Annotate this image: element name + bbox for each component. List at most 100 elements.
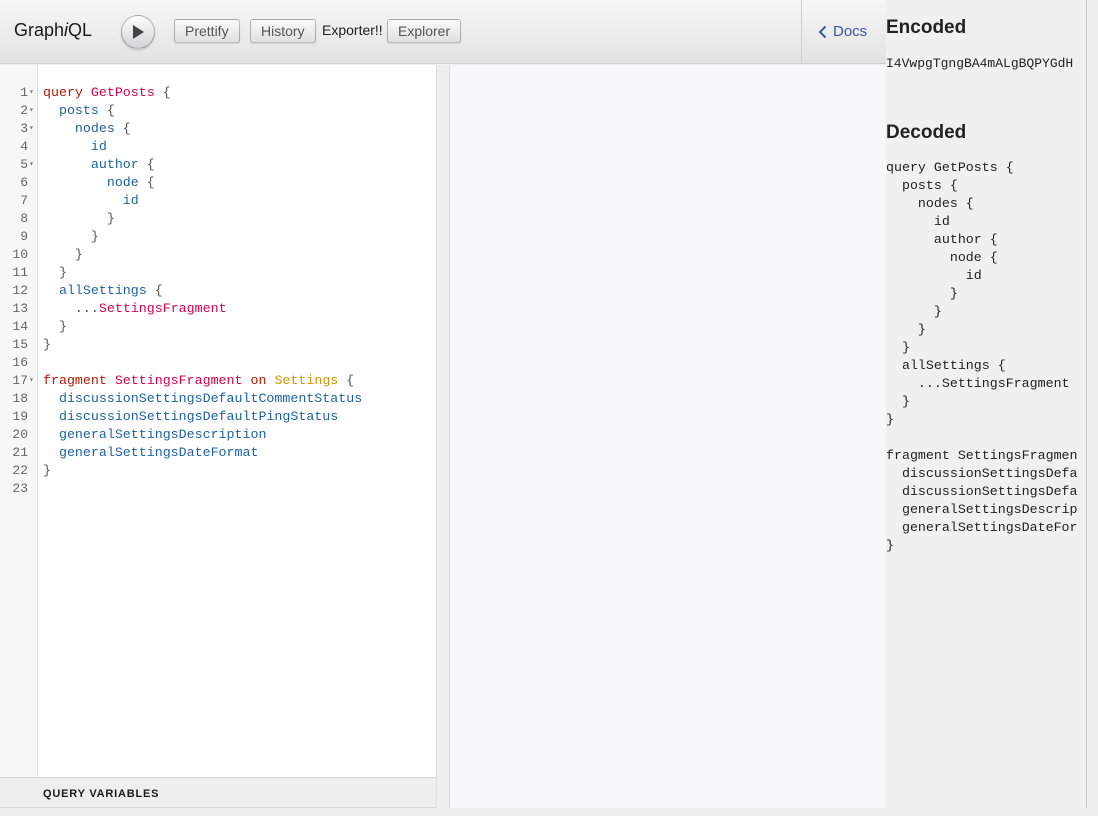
code-text: } [43,462,51,480]
line-number: 22 [12,463,28,478]
docs-button[interactable]: Docs [818,23,867,40]
code-token: generalSettingsDescription [58,427,267,442]
line-number: 4 [20,139,28,154]
code-token: } [106,211,115,226]
code-line: 5 ▾ author { [0,156,436,174]
line-number: 10 [12,247,28,262]
decoded-line: ...SettingsFragment [886,376,1070,391]
line-number: 20 [12,427,28,442]
code-text: generalSettingsDescription [43,426,266,444]
code-token: { [146,283,163,298]
code-line: 19 discussionSettingsDefaultPingStatus [0,408,436,426]
explorer-button[interactable]: Explorer [387,19,462,43]
decoded-line: } [886,286,958,301]
execute-button[interactable] [121,15,155,49]
code-line: 10 } [0,246,436,264]
fold-arrow-icon[interactable]: ▾ [29,84,34,102]
code-token: } [90,229,99,244]
code-text: node { [43,174,155,192]
decoded-line: allSettings { [886,358,1006,373]
code-text: discussionSettingsDefaultCommentStatus [43,390,362,408]
line-number: 23 [12,481,28,496]
code-lines: 1 ▾ query GetPosts {2 ▾ posts {3 ▾ nodes {4 … [0,84,436,498]
line-number: 2 [20,103,28,118]
exporter-button[interactable]: Exporter!! [322,19,383,41]
play-icon [133,25,144,39]
decoded-line [886,429,1078,447]
code-token: generalSettingsDateFormat [58,445,259,460]
code-token: id [122,193,139,208]
code-token: } [58,319,67,334]
line-number: 5 [20,157,28,172]
line-number: 6 [20,175,28,190]
editor-divider[interactable] [436,65,450,808]
docs-area: Docs [801,0,886,64]
code-token: node [106,175,139,190]
code-line: 6 node { [0,174,436,192]
query-variables-label: QUERY VARIABLES [43,788,160,800]
line-number: 3 [20,121,28,136]
line-number: 1 [20,85,28,100]
code-line: 9 } [0,228,436,246]
prettify-button[interactable]: Prettify [174,19,240,43]
toolbar: GraphiQL Prettify History Exporter!! Exp… [0,0,886,64]
code-text: generalSettingsDateFormat [43,444,259,462]
code-line: 17 ▾ fragment SettingsFragment on Settings… [0,372,436,390]
code-token: { [98,103,115,118]
code-token: } [74,247,83,262]
code-token: ... [74,301,99,316]
code-text: allSettings { [43,282,163,300]
encoded-heading: Encoded [886,17,967,38]
code-text: fragment SettingsFragment on Settings { [43,372,354,390]
code-token: discussionSettingsDefaultCommentStatus [58,391,363,406]
code-token: SettingsFragment [114,373,243,388]
code-line: 2 ▾ posts { [0,102,436,120]
fold-arrow-icon[interactable]: ▾ [29,120,34,138]
code-token: query [43,85,83,100]
code-line: 11 } [0,264,436,282]
panel-border [1086,0,1087,808]
fold-arrow-icon[interactable]: ▾ [29,156,34,174]
fold-arrow-icon[interactable]: ▾ [29,372,34,390]
code-text: } [43,246,83,264]
decoded-line: } [886,412,894,427]
code-text: id [43,192,139,210]
decoded-line: generalSettingsDateFor [886,520,1078,535]
decoded-code: query GetPosts { posts { nodes { id auth… [886,159,1078,555]
code-text: query GetPosts { [43,84,171,102]
code-line: 23 [0,480,436,498]
history-button[interactable]: History [250,19,316,43]
query-variables-bar[interactable]: QUERY VARIABLES [0,777,436,808]
decoded-line: nodes { [886,196,974,211]
code-line: 20 generalSettingsDescription [0,426,436,444]
app-title: GraphiQL [14,20,92,41]
code-text: } [43,228,99,246]
code-text: posts { [43,102,115,120]
line-number: 8 [20,211,28,226]
exporter-panel: Encoded I4VwpgTgngBA4mALgBQPYGdH Decoded… [886,0,1086,808]
line-number: 7 [20,193,28,208]
code-token: author [90,157,139,172]
code-token: allSettings [58,283,147,298]
decoded-line: } [886,394,910,409]
fold-arrow-icon[interactable]: ▾ [29,102,34,120]
encoded-value: I4VwpgTgngBA4mALgBQPYGdH [886,56,1074,71]
code-text: } [43,318,67,336]
line-number: 16 [12,355,28,370]
code-text: } [43,264,67,282]
line-number: 15 [12,337,28,352]
result-pane [450,65,886,808]
query-editor[interactable]: 1 ▾ query GetPosts {2 ▾ posts {3 ▾ nodes {4 … [0,65,436,778]
